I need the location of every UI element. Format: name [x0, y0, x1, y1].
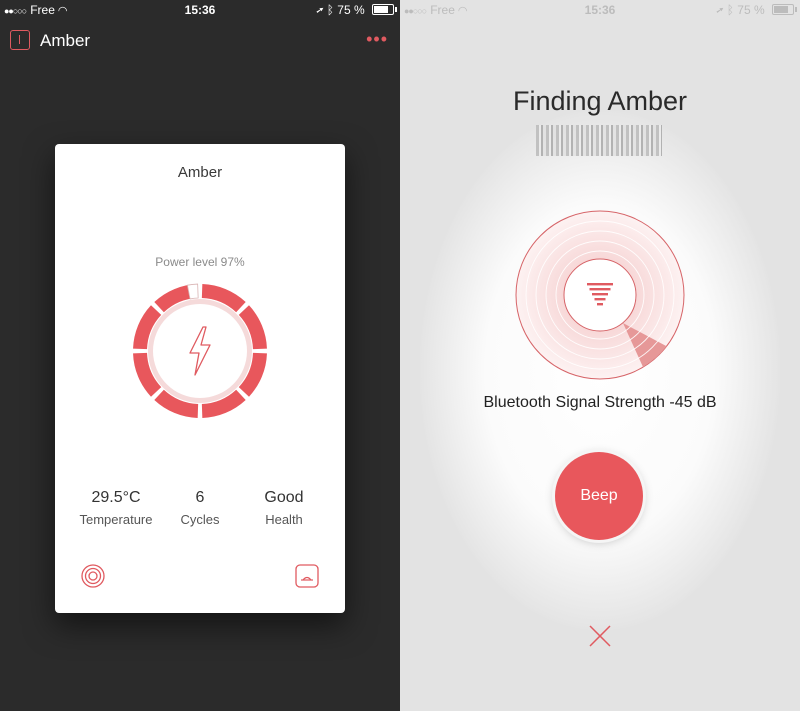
signal-radar: [515, 210, 685, 380]
bluetooth-signal-strength: Bluetooth Signal Strength -45 dB: [483, 394, 717, 411]
obscured-device-id: [536, 125, 662, 156]
close-icon[interactable]: [588, 624, 612, 648]
device-card: Amber Power level 97% 29.5°C Temperature…: [55, 144, 345, 613]
nav-bar: Amber •••: [0, 26, 400, 56]
battery-percent: 75 %: [737, 3, 765, 17]
battery-icon: [772, 4, 797, 15]
status-bar: ●●○○○ Free ◠ 15:36 ➚ ᛒ 75 %: [0, 0, 400, 20]
finding-title: Finding Amber: [512, 86, 688, 116]
device-name: Amber: [177, 164, 223, 181]
beep-button[interactable]: Beep: [555, 452, 643, 540]
location-arrow-icon: ➚: [716, 3, 724, 17]
app-title: Amber: [40, 31, 91, 50]
health-value: Good: [264, 489, 304, 506]
finding-screen: ●●○○○ Free ◠ 15:36 ➚ ᛒ 75 % Finding Amber: [400, 0, 800, 711]
bluetooth-icon: ᛒ: [326, 3, 334, 17]
bluetooth-icon: ᛒ: [726, 3, 734, 17]
location-arrow-icon: ➚: [316, 3, 324, 17]
battery-percent: 75 %: [337, 3, 365, 17]
health-label: Health: [265, 512, 303, 527]
health-stat: Good Health: [234, 489, 334, 527]
target-icon[interactable]: [80, 563, 106, 589]
status-bar: ●●○○○ Free ◠ 15:36 ➚ ᛒ 75 %: [400, 0, 800, 20]
app-logo-icon: [10, 30, 30, 50]
device-icon[interactable]: [294, 563, 320, 589]
device-screen: ●●○○○ Free ◠ 15:36 ➚ ᛒ 75 % Amber ••• Ambe…: [0, 0, 400, 711]
gauge-center: [153, 304, 247, 398]
power-gauge: [133, 283, 267, 418]
more-options-button[interactable]: •••: [366, 30, 388, 48]
power-level-label: Power level 97%: [155, 255, 245, 269]
battery-icon: [372, 4, 397, 15]
